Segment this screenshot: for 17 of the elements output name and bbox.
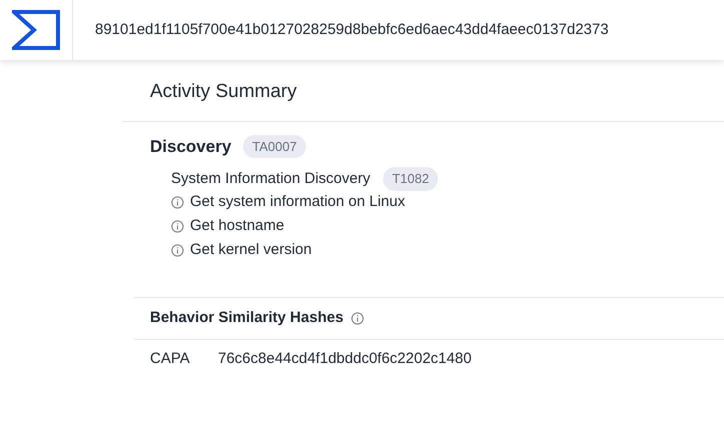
technique-badge: T1082 (383, 167, 438, 190)
info-icon (171, 244, 184, 257)
info-icon (171, 196, 184, 209)
section-title: Activity Summary (150, 81, 297, 102)
behavior-text: Get system information on Linux (190, 192, 406, 212)
logo-icon (12, 10, 60, 50)
technique-name: System Information Discovery (171, 168, 370, 188)
info-icon (171, 220, 184, 233)
behavior-text: Get hostname (190, 216, 284, 236)
hash-value: 76c6c8e44cd4f1dbddc0f6c2202c1480 (218, 349, 472, 370)
behavior-text: Get kernel version (190, 240, 312, 260)
tactic-badge: TA0007 (243, 134, 306, 158)
section-title: Behavior Similarity Hashes (150, 308, 344, 328)
info-icon (351, 312, 364, 324)
tactic-name: Discovery (150, 136, 232, 158)
hash-label: CAPA (150, 349, 191, 370)
file-hash: 89101ed1f1105f700e41b0127028259d8bebfc6ed6aec43dd4faeec0137d2373 (95, 20, 609, 40)
